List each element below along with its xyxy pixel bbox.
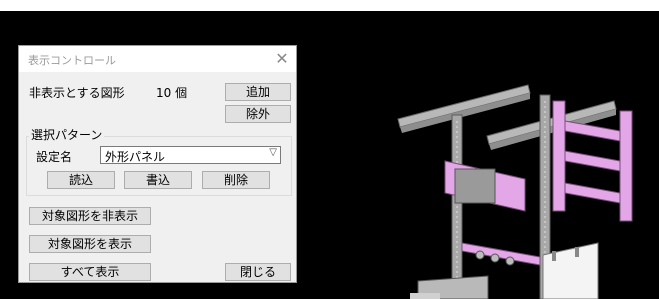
write-button[interactable]: 書込	[124, 171, 192, 189]
show-target-button[interactable]: 対象図形を表示	[29, 235, 151, 253]
delete-button[interactable]: 削除	[202, 171, 270, 189]
hidden-count: 10 個	[156, 86, 188, 100]
setting-name-value: 外形パネル	[105, 150, 166, 164]
chevron-down-icon[interactable]: ▽	[269, 147, 277, 158]
add-button[interactable]: 追加	[225, 83, 291, 101]
setting-name-select[interactable]: 外形パネル ▽	[100, 146, 281, 164]
remove-button[interactable]: 除外	[225, 105, 291, 123]
dialog-title: 表示コントロール	[28, 54, 116, 67]
load-button[interactable]: 読込	[47, 171, 115, 189]
display-control-dialog: 表示コントロール ✕ 非表示とする図形 10 個 追加 除外 選択パターン 設定…	[18, 45, 297, 283]
pattern-group-label: 選択パターン	[29, 126, 105, 143]
show-all-button[interactable]: すべて表示	[29, 263, 151, 281]
hidden-shapes-label: 非表示とする図形	[29, 86, 125, 100]
setting-name-label: 設定名	[36, 150, 73, 164]
close-button[interactable]: 閉じる	[225, 263, 291, 281]
close-icon[interactable]: ✕	[272, 49, 292, 69]
hide-target-button[interactable]: 対象図形を非表示	[29, 207, 151, 225]
dialog-titlebar[interactable]: 表示コントロール ✕	[19, 46, 296, 72]
